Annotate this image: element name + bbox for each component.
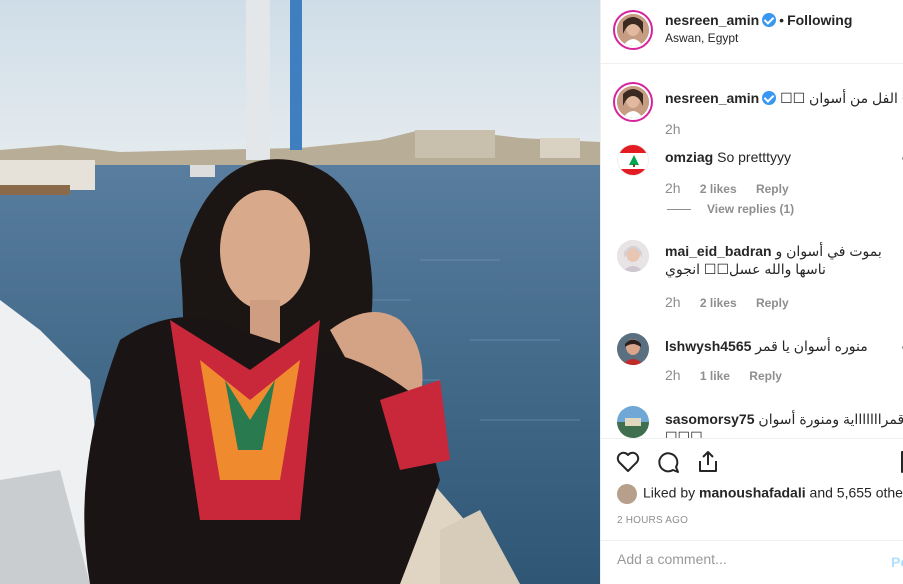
comment-text: So pretttyyy — [717, 149, 792, 165]
post-comment-button[interactable]: Po — [891, 554, 903, 570]
comment-likes[interactable]: 2 likes — [700, 296, 737, 310]
add-comment-input[interactable] — [617, 551, 867, 567]
following-button[interactable]: Following — [787, 12, 852, 28]
likes-summary: Liked by manoushafadali and 5,655 other — [617, 484, 903, 504]
verified-badge-icon — [762, 13, 777, 27]
post-photo[interactable] — [0, 0, 600, 584]
commenter-avatar-image — [617, 333, 649, 365]
add-comment-bar: Po — [601, 540, 903, 584]
author-avatar-image — [617, 14, 649, 46]
author-username[interactable]: nesreen_amin — [665, 12, 759, 28]
caption-avatar-image — [617, 86, 649, 118]
bookmark-icon[interactable] — [897, 449, 903, 475]
post-location[interactable]: Aswan, Egypt — [665, 31, 738, 45]
reply-button[interactable]: Reply — [749, 369, 782, 383]
view-replies-button[interactable]: View replies (1) — [667, 202, 794, 216]
commenter-avatar[interactable] — [617, 406, 649, 438]
comment-icon[interactable] — [655, 449, 681, 475]
photo-illustration — [0, 0, 600, 584]
lebanon-flag-avatar — [618, 145, 648, 175]
commenter-avatar-image — [617, 406, 649, 438]
author-avatar[interactable] — [613, 10, 653, 50]
commenter-avatar[interactable] — [617, 333, 649, 365]
likes-count[interactable]: and 5,655 other — [810, 485, 903, 501]
heart-icon[interactable] — [615, 449, 641, 475]
caption: nesreen_amin صباح الفل من أسوان ☐☐ — [665, 89, 903, 107]
likes-prefix: Liked by — [643, 484, 696, 501]
post-timestamp[interactable]: 2 HOURS AGO — [617, 515, 688, 526]
comment-item: sasomorsy75 قمراااااااية ومنورة أسوان ☐☐… — [617, 406, 903, 438]
reply-button[interactable]: Reply — [756, 182, 789, 196]
comment-text: منوره أسوان يا قمر — [755, 338, 868, 354]
post-action-bar — [601, 438, 903, 484]
comment-likes[interactable]: 2 likes — [700, 182, 737, 196]
liker-avatar[interactable] — [617, 484, 637, 504]
comment-username[interactable]: mai_eid_badran — [665, 243, 772, 259]
comment-likes[interactable]: 1 like — [700, 369, 730, 383]
caption-username[interactable]: nesreen_amin — [665, 90, 759, 106]
caption-time[interactable]: 2h — [665, 121, 681, 137]
caption-author-avatar[interactable] — [613, 82, 653, 122]
commenter-avatar[interactable] — [617, 240, 649, 272]
share-icon[interactable] — [695, 449, 721, 475]
commenter-avatar[interactable] — [617, 144, 649, 176]
comment-time[interactable]: 2h — [665, 180, 681, 196]
comment-username[interactable]: lshwysh4565 — [665, 338, 751, 354]
post-side-panel: nesreen_amin • Following Aswan, Egypt nesr… — [600, 0, 903, 584]
comment-username[interactable]: sasomorsy75 — [665, 411, 755, 427]
comment-time[interactable]: 2h — [665, 367, 681, 383]
caption-text: صباح الفل من أسوان ☐☐ — [780, 90, 903, 106]
commenter-avatar-image — [617, 240, 649, 272]
liker-username[interactable]: manoushafadali — [699, 485, 806, 501]
comment-username[interactable]: omziag — [665, 149, 713, 165]
comment-time[interactable]: 2h — [665, 294, 681, 310]
reply-button[interactable]: Reply — [756, 296, 789, 310]
verified-badge-icon — [762, 91, 777, 105]
post-header: nesreen_amin • Following Aswan, Egypt — [601, 0, 903, 64]
header-separator: • — [779, 12, 785, 28]
